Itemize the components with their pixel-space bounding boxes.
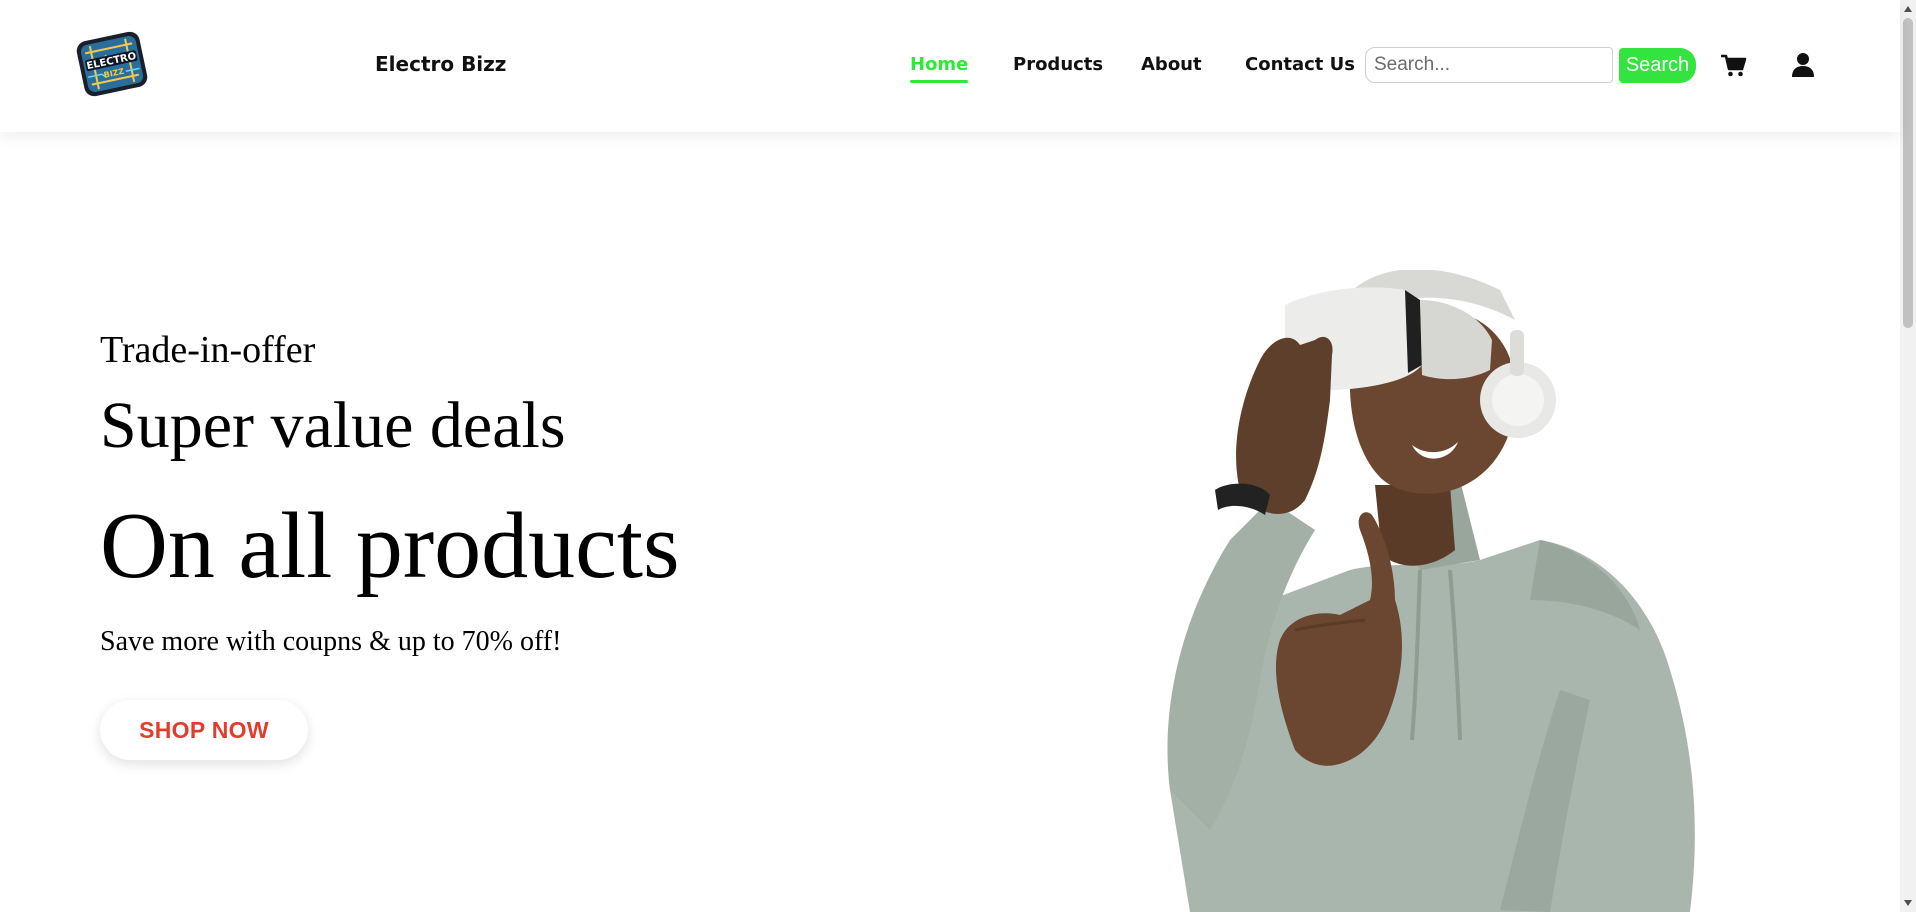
- scroll-up-arrow-icon[interactable]: [1903, 3, 1913, 15]
- scrollbar-thumb[interactable]: [1903, 18, 1913, 328]
- vr-headset-man-image: [1167, 270, 1695, 912]
- scroll-down-arrow-icon[interactable]: [1903, 897, 1913, 909]
- nav-home[interactable]: Home: [910, 54, 969, 83]
- page-scrollbar[interactable]: [1900, 0, 1916, 912]
- hero-headline: Super value deals: [100, 389, 566, 462]
- search-button[interactable]: Search: [1619, 48, 1696, 83]
- hero-subtext: Save more with coupns & up to 70% off!: [100, 626, 562, 657]
- electro-bizz-logo[interactable]: ELECTRO BIZZ: [74, 28, 150, 100]
- user-icon[interactable]: [1788, 50, 1818, 80]
- brand-name: Electro Bizz: [375, 52, 507, 76]
- nav-about[interactable]: About: [1141, 54, 1202, 75]
- cart-icon[interactable]: [1718, 50, 1748, 80]
- search-input[interactable]: [1365, 47, 1613, 83]
- nav-contact-us[interactable]: Contact Us: [1245, 54, 1355, 75]
- hero-kicker: Trade-in-offer: [100, 329, 316, 371]
- hero-headline-large: On all products: [100, 494, 680, 598]
- nav-products[interactable]: Products: [1013, 54, 1103, 75]
- site-header: ELECTRO BIZZ Electro Bizz Home Products …: [0, 0, 1900, 132]
- shop-now-button[interactable]: SHOP NOW: [100, 700, 308, 760]
